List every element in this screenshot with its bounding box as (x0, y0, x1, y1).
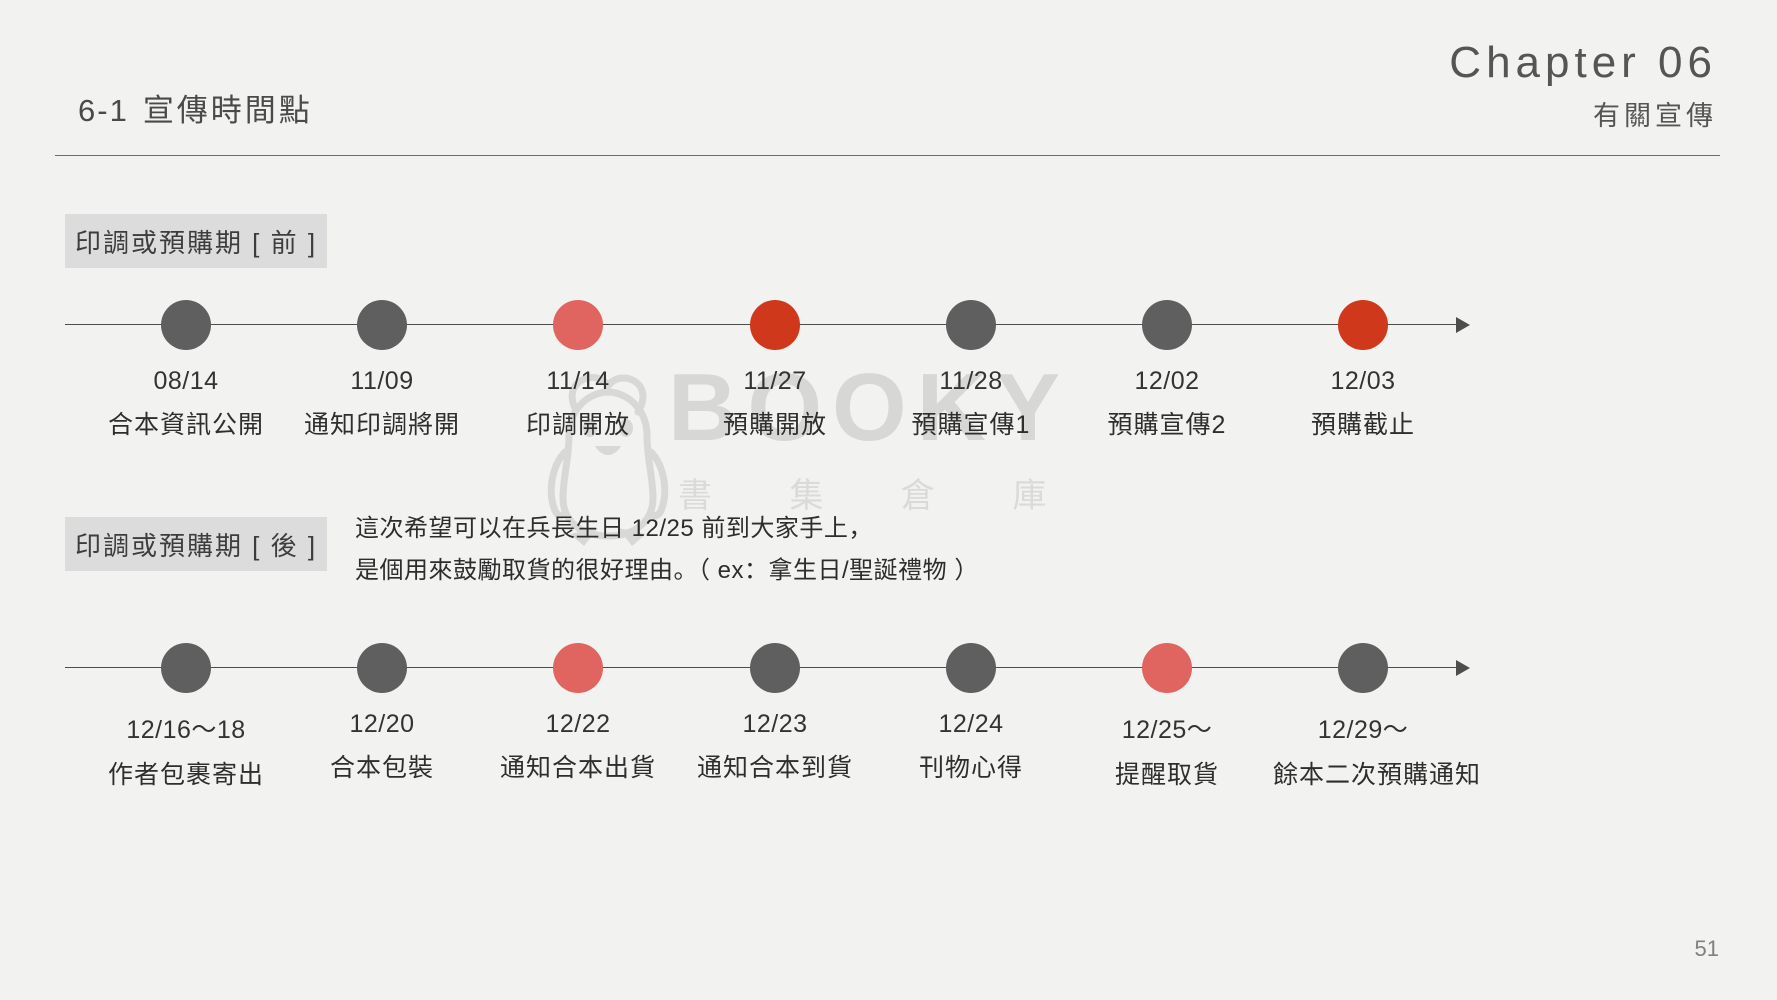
timeline-node-dot (1338, 300, 1388, 350)
timeline-node-dot (553, 300, 603, 350)
timeline-node-date: 11/09 (350, 367, 414, 395)
timeline-node-dot (946, 643, 996, 693)
page-header: 6-1 宣傳時間點 Chapter 06 有關宣傳 (0, 0, 1777, 180)
timeline-node[interactable]: 11/09 通知印調將開 (292, 300, 472, 441)
timeline-node-label: 印調開放 (525, 411, 630, 439)
timeline-node-date: 12/20 (349, 710, 415, 738)
note-line-2: 是個用來鼓勵取貨的很好理由。（ ex：拿生日/聖誕禮物 ） (355, 557, 979, 584)
timeline-node-label: 作者包裹寄出 (107, 761, 264, 789)
timeline-node-date: 12/25～ (1121, 716, 1213, 744)
timeline-node-label: 預購宣傳1 (911, 411, 1031, 439)
timeline-node-date: 11/14 (546, 367, 610, 395)
timeline-node-label: 提醒取貨 (1114, 761, 1219, 789)
chapter-subtitle: 有關宣傳 (1593, 101, 1717, 132)
note-line-1: 這次希望可以在兵長生日 12/25 前到大家手上， (355, 515, 873, 542)
timeline-node-date: 12/23 (742, 710, 808, 738)
timeline-node[interactable]: 12/25～ 提醒取貨 (1077, 643, 1257, 791)
timeline-node[interactable]: 12/22 通知合本出貨 (488, 643, 668, 784)
timeline-node-label: 通知合本出貨 (499, 754, 656, 782)
timeline-node-date: 12/02 (1134, 367, 1200, 395)
timeline-arrow-icon (1456, 317, 1470, 333)
timeline-node-dot (1142, 643, 1192, 693)
timeline-node[interactable]: 12/02 預購宣傳2 (1077, 300, 1257, 441)
timeline-node[interactable]: 12/16～18 作者包裹寄出 (96, 643, 276, 791)
chapter-heading: Chapter 06 有關宣傳 (1449, 38, 1717, 133)
timeline-node-label: 預購宣傳2 (1107, 411, 1227, 439)
page-number: 51 (1694, 936, 1719, 961)
timeline-node-label: 通知合本到貨 (696, 754, 853, 782)
timeline-node-label: 餘本二次預購通知 (1273, 761, 1482, 789)
timeline-node-date: 11/27 (743, 367, 807, 395)
timeline-node-date: 12/29～ (1317, 716, 1409, 744)
section-title-text: 宣傳時間點 (142, 93, 313, 128)
timeline-node[interactable]: 11/28 預購宣傳1 (881, 300, 1061, 441)
timeline-node-label: 通知印調將開 (303, 411, 460, 439)
timeline-node-dot (161, 300, 211, 350)
timeline-node-date: 12/24 (938, 710, 1004, 738)
timeline-node-dot (553, 643, 603, 693)
timeline-node-dot (1338, 643, 1388, 693)
timeline-node-label: 預購開放 (722, 411, 827, 439)
timeline-node[interactable]: 08/14 合本資訊公開 (96, 300, 276, 441)
chapter-title: Chapter 06 (1449, 38, 1717, 87)
timeline-node-date: 12/16～18 (126, 716, 246, 744)
timeline-node-label: 合本包裝 (329, 754, 434, 782)
timeline-node[interactable]: 11/14 印調開放 (488, 300, 668, 441)
timeline-node[interactable]: 12/20 合本包裝 (292, 643, 472, 784)
tag-after-period: 印調或預購期 [ 後 ] (65, 517, 327, 571)
note-block: 這次希望可以在兵長生日 12/25 前到大家手上， 是個用來鼓勵取貨的很好理由。… (355, 508, 979, 592)
timeline-node[interactable]: 12/03 預購截止 (1273, 300, 1453, 441)
timeline-node-dot (357, 300, 407, 350)
timeline-node-label: 合本資訊公開 (107, 411, 264, 439)
timeline-node-dot (161, 643, 211, 693)
timeline-node[interactable]: 12/29～ 餘本二次預購通知 (1273, 643, 1482, 791)
timeline-node-label: 刊物心得 (918, 754, 1023, 782)
timeline-node-date: 12/22 (545, 710, 611, 738)
timeline-node-date: 08/14 (153, 367, 219, 395)
timeline-node-label: 預購截止 (1310, 411, 1415, 439)
section-number: 6-1 (78, 93, 129, 128)
timeline-node-date: 11/28 (939, 367, 1003, 395)
timeline-node-dot (946, 300, 996, 350)
timeline-node-date: 12/03 (1330, 367, 1396, 395)
timeline-node[interactable]: 12/23 通知合本到貨 (685, 643, 865, 784)
timeline-node-dot (750, 643, 800, 693)
timeline-node[interactable]: 11/27 預購開放 (685, 300, 865, 441)
timeline-node-dot (357, 643, 407, 693)
header-divider (55, 155, 1720, 156)
timeline-node-dot (1142, 300, 1192, 350)
timeline-arrow-icon (1456, 660, 1470, 676)
timeline-node[interactable]: 12/24 刊物心得 (881, 643, 1061, 784)
section-heading: 6-1 宣傳時間點 (78, 85, 313, 130)
timeline-node-dot (750, 300, 800, 350)
tag-before-period: 印調或預購期 [ 前 ] (65, 214, 327, 268)
